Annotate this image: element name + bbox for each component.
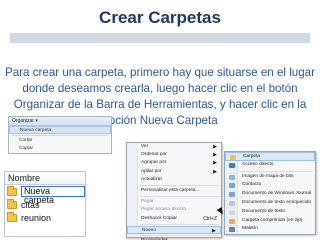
menu-item-label: Ordenar por xyxy=(141,152,167,158)
organizar-button[interactable]: Organizar ▾ xyxy=(9,117,111,126)
submenu-item-maletin[interactable]: Maletín xyxy=(225,225,315,234)
folder-icon xyxy=(7,211,17,222)
menu-item-label: Pegar acceso directo xyxy=(141,207,187,213)
submenu-item-acceso-directo[interactable]: Acceso directo xyxy=(225,161,315,170)
documento-de-windows-journal-icon xyxy=(229,192,235,198)
context-item-pegar-acceso-directo[interactable]: Pegar acceso directo xyxy=(127,206,221,214)
context-item-apilar-por[interactable]: Apilar por ▶ xyxy=(127,168,221,176)
context-menu: Ver ▶ Ordenar por ▶ Agrupar por ▶ Apilar por ▶ A… xyxy=(126,142,222,240)
contacto-icon xyxy=(229,183,235,189)
shortcut-label: Ctrl+Z xyxy=(203,215,217,222)
submenu-arrow-icon: ▶ xyxy=(213,168,217,175)
folder-icon xyxy=(7,198,17,209)
documento-de-texto-enriquecido-icon xyxy=(229,200,235,206)
menu-item-label: Apilar por xyxy=(141,168,162,174)
submenu-item-imagen-de-mapa-de-bits[interactable]: Imagen de mapa de bits xyxy=(225,173,315,182)
organizar-menu: Organizar ▾ Nueva carpeta Cortar Copiar xyxy=(8,116,112,154)
submenu-item-documento-de-texto[interactable]: Documento de texto xyxy=(225,208,315,217)
acceso-directo-icon xyxy=(229,162,235,168)
menu-item-label: Nuevo xyxy=(142,227,156,233)
context-item-personalizar-esta-carpeta[interactable]: Personalizar esta carpeta... xyxy=(127,187,221,195)
submenu-arrow-icon: ▶ xyxy=(212,227,216,234)
submenu-arrow-icon: ▶ xyxy=(213,144,217,150)
file-list: Nombre Nueva carpeta citas reunion xyxy=(4,171,86,237)
submenu-arrow-icon: ▶ xyxy=(213,152,217,159)
menu-separator xyxy=(140,223,219,225)
list-item-label: citas xyxy=(21,199,40,210)
list-item-label: reunion xyxy=(21,212,52,223)
menu-item-cortar[interactable]: Cortar xyxy=(9,137,111,145)
context-item-pegar[interactable]: Pegar xyxy=(127,198,221,206)
menu-item-label: Acceso directo xyxy=(242,161,274,167)
maletin-icon xyxy=(229,227,235,233)
title-divider xyxy=(10,33,310,43)
submenu-item-carpeta-comprimida-en-zip[interactable]: Carpeta comprimida (en zip) xyxy=(225,217,315,226)
menu-item-label: Pegar xyxy=(141,199,154,205)
menu-item-label: Carpeta xyxy=(243,154,261,159)
menu-item-label: Documento de texto enriquecido xyxy=(242,199,312,205)
submenu-arrow-icon: ▶ xyxy=(213,160,217,167)
context-item-deshacer-copiar[interactable]: Deshacer Copiar Ctrl+Z xyxy=(127,215,221,223)
menu-item-label: Personalizar esta carpeta... xyxy=(141,187,200,193)
submenu-item-documento-de-windows-journal[interactable]: Documento de Windows Journal xyxy=(225,190,315,199)
menu-item-nueva-carpeta[interactable]: Nueva carpeta xyxy=(9,126,111,134)
menu-item-label: Imagen de mapa de bits xyxy=(242,173,294,179)
menu-item-label: Agrupar por xyxy=(141,160,167,166)
menu-separator xyxy=(140,184,219,186)
column-header-nombre[interactable]: Nombre xyxy=(5,172,85,185)
menu-item-label: Ver xyxy=(141,144,149,149)
list-item[interactable]: Nueva carpeta xyxy=(5,185,85,205)
rename-input[interactable]: Nueva carpeta xyxy=(20,186,85,205)
folder-icon xyxy=(7,185,17,196)
context-item-nuevo[interactable]: Nuevo ▶ xyxy=(127,225,221,234)
context-item-agrupar-por[interactable]: Agrupar por ▶ xyxy=(127,159,221,167)
menu-item-label: Carpeta comprimida (en zip) xyxy=(242,217,303,223)
menu-item-label: Documento de Windows Journal xyxy=(242,191,312,197)
menu-item-label: Documento de texto xyxy=(242,208,285,214)
context-item-ordenar-por[interactable]: Ordenar por ▶ xyxy=(127,151,221,159)
menu-separator xyxy=(140,234,219,236)
carpeta-icon xyxy=(230,155,236,160)
menu-separator xyxy=(140,196,219,198)
menu-item-label: Maletín xyxy=(242,226,258,232)
menu-item-label: Actualizar xyxy=(141,176,163,182)
menu-separator xyxy=(12,135,108,136)
submenu-item-carpeta[interactable]: Carpeta xyxy=(225,152,315,161)
context-item-ver[interactable]: Ver ▶ xyxy=(127,143,221,151)
menu-item-copiar[interactable]: Copiar xyxy=(9,145,111,153)
imagen-de-mapa-de-bits-icon xyxy=(229,174,235,180)
menu-separator xyxy=(240,170,313,172)
submenu-item-contacto[interactable]: Contacto xyxy=(225,181,315,190)
context-item-actualizar[interactable]: Actualizar xyxy=(127,176,221,184)
carpeta-comprimida-en-zip-icon xyxy=(229,218,235,224)
menu-item-label: Contacto xyxy=(242,182,262,188)
slide-title: Crear Carpetas xyxy=(99,8,221,27)
menu-item-label: Deshacer Copiar xyxy=(141,215,177,221)
submenu-item-documento-de-texto-enriquecido[interactable]: Documento de texto enriquecido xyxy=(225,199,315,208)
list-item[interactable]: reunion xyxy=(5,211,85,224)
nuevo-submenu: Carpeta Acceso directo Imagen de mapa de b… xyxy=(224,151,316,235)
documento-de-texto-icon xyxy=(229,209,235,215)
